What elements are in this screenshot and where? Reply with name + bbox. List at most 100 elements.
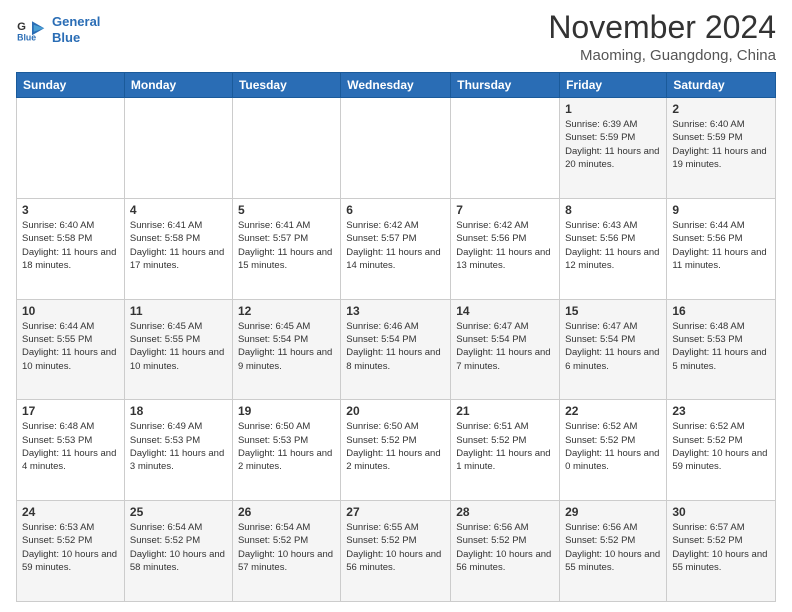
month-title: November 2024 [548, 10, 776, 45]
calendar-cell: 25 Sunrise: 6:54 AMSunset: 5:52 PMDayligh… [124, 501, 232, 602]
header-thursday: Thursday [451, 73, 560, 98]
calendar-cell: 12 Sunrise: 6:45 AMSunset: 5:54 PMDayligh… [232, 299, 340, 400]
header-monday: Monday [124, 73, 232, 98]
svg-text:G: G [17, 21, 26, 33]
calendar-cell: 18Sunrise: 6:49 AMSunset: 5:53 PMDayligh… [124, 400, 232, 501]
calendar-cell: 21 Sunrise: 6:51 AMSunset: 5:52 PMDayligh… [451, 400, 560, 501]
day-info: Sunrise: 6:50 AMSunset: 5:53 PMDaylight:… [238, 420, 335, 473]
day-number: 29 [565, 505, 661, 519]
day-number: 13 [346, 304, 445, 318]
calendar-cell: 29 Sunrise: 6:56 AMSunset: 5:52 PMDayligh… [560, 501, 667, 602]
day-info: Sunrise: 6:50 AMSunset: 5:52 PMDaylight:… [346, 420, 445, 473]
day-info: Sunrise: 6:57 AMSunset: 5:52 PMDaylight:… [672, 521, 770, 574]
header-sunday: Sunday [17, 73, 125, 98]
day-number: 5 [238, 203, 335, 217]
location: Maoming, Guangdong, China [548, 47, 776, 64]
svg-text:Blue: Blue [17, 32, 36, 42]
weekday-header-row: Sunday Monday Tuesday Wednesday Thursday… [17, 73, 776, 98]
calendar-cell: 5Sunrise: 6:41 AMSunset: 5:57 PMDaylight… [232, 198, 340, 299]
calendar-cell: 17 Sunrise: 6:48 AMSunset: 5:53 PMDayligh… [17, 400, 125, 501]
calendar-week-5: 24Sunrise: 6:53 AMSunset: 5:52 PMDayligh… [17, 501, 776, 602]
day-number: 25 [130, 505, 227, 519]
day-info: Sunrise: 6:43 AMSunset: 5:56 PMDaylight:… [565, 219, 661, 272]
day-number: 30 [672, 505, 770, 519]
day-number: 17 [22, 404, 119, 418]
day-number: 16 [672, 304, 770, 318]
header-wednesday: Wednesday [341, 73, 451, 98]
day-number: 14 [456, 304, 554, 318]
day-number: 19 [238, 404, 335, 418]
calendar-cell: 8 Sunrise: 6:43 AMSunset: 5:56 PMDaylight… [560, 198, 667, 299]
day-info: Sunrise: 6:45 AMSunset: 5:54 PMDaylight:… [238, 320, 335, 373]
day-number: 9 [672, 203, 770, 217]
logo-blue: Blue [52, 30, 80, 45]
calendar-cell: 14 Sunrise: 6:47 AMSunset: 5:54 PMDayligh… [451, 299, 560, 400]
calendar-cell: 28 Sunrise: 6:56 AMSunset: 5:52 PMDayligh… [451, 501, 560, 602]
logo-text-block: General Blue [52, 14, 100, 45]
day-info: Sunrise: 6:41 AMSunset: 5:58 PMDaylight:… [130, 219, 227, 272]
calendar-cell: 1 Sunrise: 6:39 AMSunset: 5:59 PMDaylight… [560, 98, 667, 199]
calendar-cell: 16 Sunrise: 6:48 AMSunset: 5:53 PMDayligh… [667, 299, 776, 400]
calendar-cell: 23 Sunrise: 6:52 AMSunset: 5:52 PMDayligh… [667, 400, 776, 501]
logo: G Blue General Blue [16, 14, 100, 45]
day-info: Sunrise: 6:56 AMSunset: 5:52 PMDaylight:… [565, 521, 661, 574]
day-info: Sunrise: 6:54 AMSunset: 5:52 PMDaylight:… [238, 521, 335, 574]
header-friday: Friday [560, 73, 667, 98]
day-info: Sunrise: 6:56 AMSunset: 5:52 PMDaylight:… [456, 521, 554, 574]
day-info: Sunrise: 6:42 AMSunset: 5:56 PMDaylight:… [456, 219, 554, 272]
calendar-cell [17, 98, 125, 199]
title-block: November 2024 Maoming, Guangdong, China [548, 10, 776, 64]
calendar-cell: 24Sunrise: 6:53 AMSunset: 5:52 PMDayligh… [17, 501, 125, 602]
day-info: Sunrise: 6:47 AMSunset: 5:54 PMDaylight:… [456, 320, 554, 373]
day-info: Sunrise: 6:54 AMSunset: 5:52 PMDaylight:… [130, 521, 227, 574]
day-info: Sunrise: 6:52 AMSunset: 5:52 PMDaylight:… [672, 420, 770, 473]
day-info: Sunrise: 6:42 AMSunset: 5:57 PMDaylight:… [346, 219, 445, 272]
calendar-cell: 13 Sunrise: 6:46 AMSunset: 5:54 PMDayligh… [341, 299, 451, 400]
calendar-cell: 9 Sunrise: 6:44 AMSunset: 5:56 PMDaylight… [667, 198, 776, 299]
page: G Blue General Blue November 2024 Maomin… [0, 0, 792, 612]
day-info: Sunrise: 6:44 AMSunset: 5:56 PMDaylight:… [672, 219, 770, 272]
logo-general: General [52, 14, 100, 29]
day-info: Sunrise: 6:55 AMSunset: 5:52 PMDaylight:… [346, 521, 445, 574]
calendar-cell: 20 Sunrise: 6:50 AMSunset: 5:52 PMDayligh… [341, 400, 451, 501]
day-number: 18 [130, 404, 227, 418]
day-number: 12 [238, 304, 335, 318]
day-number: 23 [672, 404, 770, 418]
day-number: 1 [565, 102, 661, 116]
header: G Blue General Blue November 2024 Maomin… [16, 10, 776, 64]
calendar-cell [232, 98, 340, 199]
day-info: Sunrise: 6:53 AMSunset: 5:52 PMDaylight:… [22, 521, 119, 574]
day-number: 11 [130, 304, 227, 318]
day-info: Sunrise: 6:46 AMSunset: 5:54 PMDaylight:… [346, 320, 445, 373]
calendar-cell: 26Sunrise: 6:54 AMSunset: 5:52 PMDayligh… [232, 501, 340, 602]
calendar-cell [451, 98, 560, 199]
calendar: Sunday Monday Tuesday Wednesday Thursday… [16, 72, 776, 602]
calendar-week-3: 10Sunrise: 6:44 AMSunset: 5:55 PMDayligh… [17, 299, 776, 400]
day-info: Sunrise: 6:40 AMSunset: 5:58 PMDaylight:… [22, 219, 119, 272]
calendar-cell [341, 98, 451, 199]
day-number: 7 [456, 203, 554, 217]
day-number: 3 [22, 203, 119, 217]
day-number: 21 [456, 404, 554, 418]
calendar-cell: 30 Sunrise: 6:57 AMSunset: 5:52 PMDayligh… [667, 501, 776, 602]
calendar-week-2: 3 Sunrise: 6:40 AMSunset: 5:58 PMDaylight… [17, 198, 776, 299]
header-tuesday: Tuesday [232, 73, 340, 98]
day-number: 10 [22, 304, 119, 318]
calendar-week-1: 1 Sunrise: 6:39 AMSunset: 5:59 PMDaylight… [17, 98, 776, 199]
calendar-cell: 11 Sunrise: 6:45 AMSunset: 5:55 PMDayligh… [124, 299, 232, 400]
logo-icon: G Blue [16, 16, 48, 44]
day-number: 28 [456, 505, 554, 519]
day-info: Sunrise: 6:39 AMSunset: 5:59 PMDaylight:… [565, 118, 661, 171]
calendar-cell: 22Sunrise: 6:52 AMSunset: 5:52 PMDayligh… [560, 400, 667, 501]
day-info: Sunrise: 6:48 AMSunset: 5:53 PMDaylight:… [672, 320, 770, 373]
calendar-cell: 4Sunrise: 6:41 AMSunset: 5:58 PMDaylight… [124, 198, 232, 299]
day-number: 22 [565, 404, 661, 418]
day-info: Sunrise: 6:48 AMSunset: 5:53 PMDaylight:… [22, 420, 119, 473]
day-info: Sunrise: 6:47 AMSunset: 5:54 PMDaylight:… [565, 320, 661, 373]
day-number: 20 [346, 404, 445, 418]
calendar-week-4: 17 Sunrise: 6:48 AMSunset: 5:53 PMDayligh… [17, 400, 776, 501]
day-info: Sunrise: 6:45 AMSunset: 5:55 PMDaylight:… [130, 320, 227, 373]
day-info: Sunrise: 6:51 AMSunset: 5:52 PMDaylight:… [456, 420, 554, 473]
day-number: 8 [565, 203, 661, 217]
calendar-cell: 6Sunrise: 6:42 AMSunset: 5:57 PMDaylight… [341, 198, 451, 299]
